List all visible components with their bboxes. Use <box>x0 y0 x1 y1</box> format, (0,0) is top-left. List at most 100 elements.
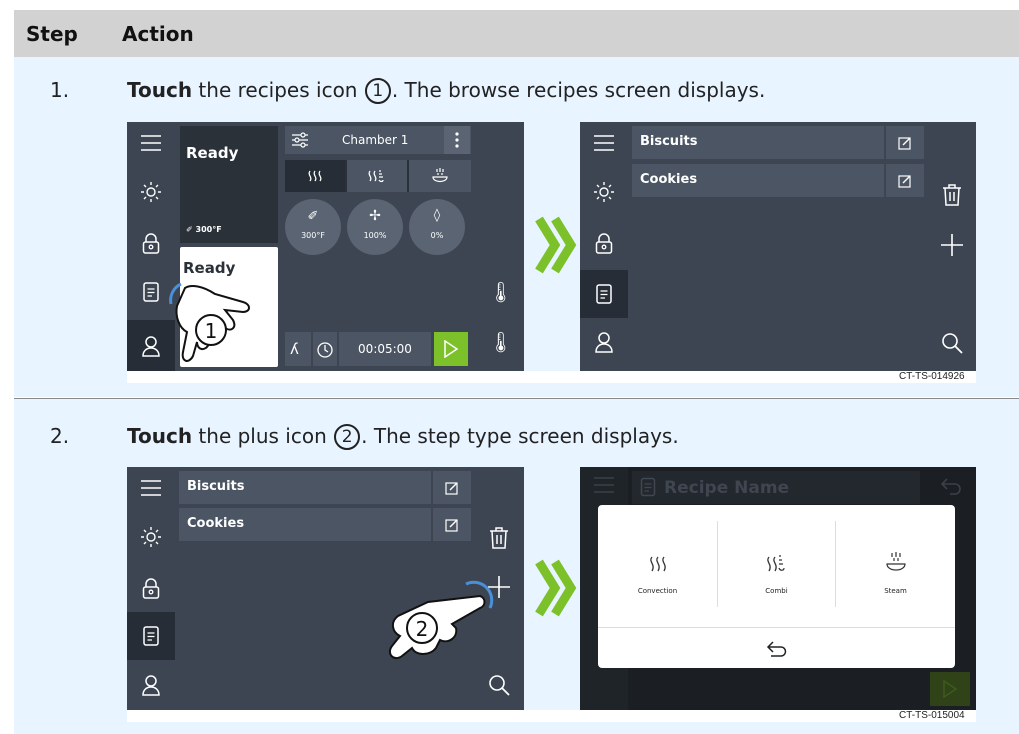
menu-icon[interactable] <box>580 125 628 161</box>
action-column-header: Action <box>122 22 194 46</box>
timer-value: 00:05:00 <box>358 342 412 356</box>
oven-home-screen: Ready ✐ 300°F Ready Chamber 1 ✐ 300°F ✢ … <box>127 122 524 371</box>
temperature-value: 300°F <box>301 231 325 240</box>
search-icon[interactable] <box>488 674 510 696</box>
edit-icon[interactable] <box>884 164 924 197</box>
right-rail <box>928 122 976 371</box>
chamber-status-card[interactable]: Ready ✐ 300°F <box>180 126 278 243</box>
combi-icon <box>767 555 785 572</box>
mode-tabs <box>285 160 471 192</box>
steam-icon <box>886 552 906 571</box>
step-verb: Touch <box>127 424 193 448</box>
edit-icon[interactable] <box>431 471 471 504</box>
menu-icon[interactable] <box>127 125 175 161</box>
recipe-item[interactable]: Biscuits <box>632 126 924 159</box>
right-rail: 🌡︎ 🌡︎ <box>476 122 524 371</box>
user-icon[interactable] <box>127 667 175 703</box>
lock-icon[interactable] <box>127 226 175 262</box>
steam-tab[interactable] <box>409 160 471 192</box>
step-column-header: Step <box>26 22 78 46</box>
menu-icon[interactable] <box>127 470 175 506</box>
instruction-text: the recipes icon <box>192 78 364 102</box>
convection-icon <box>308 170 322 182</box>
brightness-icon[interactable] <box>127 174 175 210</box>
step-instruction: Touch the plus icon 2. The step type scr… <box>127 424 679 450</box>
edit-icon[interactable] <box>431 508 471 541</box>
trash-icon[interactable] <box>942 184 962 206</box>
instruction-text: . The browse recipes screen displays. <box>391 78 766 102</box>
table-header: Step Action <box>14 10 1019 57</box>
brightness-icon[interactable] <box>127 519 175 555</box>
search-icon[interactable] <box>941 332 963 354</box>
brightness-icon[interactable] <box>580 174 628 210</box>
browse-recipes-screen: Biscuits Cookies <box>580 122 976 371</box>
step-type-screen: Recipe Name Convection Combi Steam <box>580 467 976 710</box>
lock-icon[interactable] <box>127 571 175 607</box>
combi-icon <box>368 170 384 183</box>
step-verb: Touch <box>127 78 193 102</box>
recipe-name-bar: Recipe Name <box>632 471 920 504</box>
temperature-dial[interactable]: ✐ 300°F <box>285 199 341 255</box>
temperature-readout: ✐ 300°F <box>186 225 222 234</box>
recipes-icon[interactable] <box>580 270 628 318</box>
plus-icon[interactable] <box>940 233 964 257</box>
instruction-text: the plus icon <box>192 424 334 448</box>
probe-button[interactable]: ʎ <box>285 332 311 366</box>
convection-tab[interactable] <box>285 160 345 192</box>
recipe-name: Biscuits <box>640 134 698 149</box>
start-button[interactable] <box>434 332 468 366</box>
back-icon[interactable] <box>766 640 788 658</box>
steam-icon <box>432 168 448 183</box>
callout-number: 2 <box>334 424 361 450</box>
trash-icon[interactable] <box>489 527 509 549</box>
recipe-name: Biscuits <box>187 479 245 494</box>
figure-caption-strip <box>127 371 976 383</box>
figure-caption-strip <box>127 710 976 722</box>
touch-hand-icon: 1 <box>169 282 250 362</box>
recipe-item[interactable]: Cookies <box>632 164 924 197</box>
edit-icon[interactable] <box>884 126 924 159</box>
probe-settings-icon[interactable]: 🌡︎ <box>488 330 513 354</box>
clock-icon <box>317 342 333 358</box>
chamber-name: Chamber 1 <box>342 133 409 147</box>
combi-tab[interactable] <box>347 160 407 192</box>
callout-number: 2 <box>416 617 429 641</box>
option-label: Convection <box>637 587 678 595</box>
fan-speed-value: 100% <box>363 231 387 240</box>
side-rail <box>580 122 628 371</box>
instruction-text: . The step type screen displays. <box>361 424 679 448</box>
lock-icon[interactable] <box>580 226 628 262</box>
probe-temp-icon[interactable]: 🌡︎ <box>488 280 513 304</box>
convection-option[interactable]: Convection <box>598 505 717 627</box>
fan-icon: ✢ <box>369 208 381 224</box>
recipes-icon[interactable] <box>127 612 175 660</box>
option-label: Steam <box>884 587 907 595</box>
user-icon[interactable] <box>580 324 628 360</box>
timer-field[interactable]: 00:05:00 <box>339 332 431 366</box>
combi-option[interactable]: Combi <box>718 505 835 627</box>
figure-id: CT-TS-015004 <box>899 710 965 721</box>
settings-sliders-icon[interactable] <box>291 131 309 149</box>
next-screen-arrow-icon <box>535 559 577 617</box>
recipe-item[interactable]: Biscuits <box>179 471 471 504</box>
callout-number: 1 <box>364 78 391 104</box>
back-icon <box>940 478 961 495</box>
browse-recipes-screen: Biscuits Cookies 2 <box>127 467 524 710</box>
next-screen-arrow-icon <box>535 216 577 274</box>
humidity-icon: ◊ <box>433 208 441 223</box>
fan-speed-dial[interactable]: ✢ 100% <box>347 199 403 255</box>
status-text: Ready <box>186 144 239 162</box>
humidity-value: 0% <box>430 231 444 240</box>
recipe-name: Cookies <box>640 172 698 187</box>
step-type-dialog: Convection Combi Steam <box>598 505 955 668</box>
thermometer-icon: ✐ <box>307 209 319 224</box>
step-number: 2. <box>50 424 70 448</box>
recipe-item[interactable]: Cookies <box>179 508 471 541</box>
steam-option[interactable]: Steam <box>836 505 955 627</box>
timer-button[interactable] <box>313 332 337 366</box>
more-options-icon[interactable] <box>444 126 470 154</box>
side-rail <box>127 467 175 710</box>
probe-icon: ✐ <box>186 225 196 234</box>
humidity-dial[interactable]: ◊ 0% <box>409 199 465 255</box>
touch-hand-icon: 2 <box>388 580 494 660</box>
